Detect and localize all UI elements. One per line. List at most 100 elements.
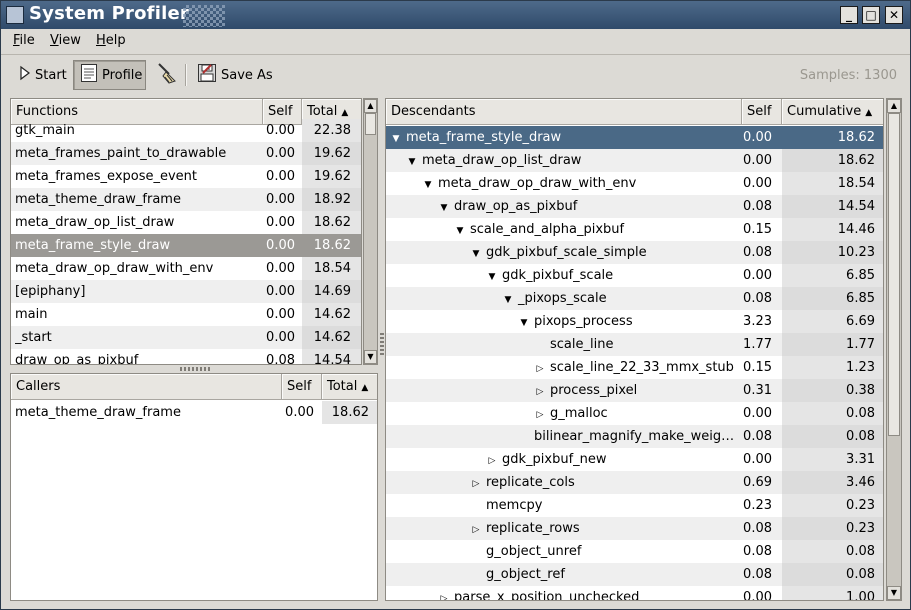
descendant-row[interactable]: ▷ replicate_rows 0.08 0.23	[386, 517, 883, 540]
function-self: 0.00	[266, 215, 295, 230]
start-button[interactable]: Start	[13, 60, 73, 90]
descendants-self-column-header[interactable]: Self	[742, 99, 782, 125]
descendant-row[interactable]: ▷ process_pixel 0.31 0.38	[386, 379, 883, 402]
collapsed-triangle-icon[interactable]: ▷	[534, 358, 546, 379]
expanded-triangle-icon[interactable]: ▼	[422, 174, 434, 195]
function-row[interactable]: _start 0.00 14.62	[11, 326, 361, 349]
expanded-triangle-icon[interactable]: ▼	[406, 151, 418, 172]
descendant-name-cell: ▷ g_malloc	[534, 402, 740, 425]
descendant-row[interactable]: ▼ pixops_process 3.23 6.69	[386, 310, 883, 333]
function-row[interactable]: meta_draw_op_list_draw 0.00 18.62	[11, 211, 361, 234]
collapsed-triangle-icon[interactable]: ▷	[534, 404, 546, 425]
descendant-row[interactable]: ▷ replicate_cols 0.69 3.46	[386, 471, 883, 494]
collapsed-triangle-icon[interactable]: ▷	[534, 381, 546, 402]
descendant-name-cell: ▷ parse_x_position_unchecked	[438, 586, 740, 600]
expanded-triangle-icon[interactable]: ▼	[454, 220, 466, 241]
reset-button[interactable]	[149, 60, 185, 90]
collapsed-triangle-icon[interactable]: ▷	[470, 473, 482, 494]
scrollbar-thumb[interactable]	[365, 113, 376, 135]
descendant-self: 0.08	[743, 429, 772, 444]
descendant-name: pixops_process	[534, 314, 633, 329]
descendant-row[interactable]: ▼ meta_draw_op_draw_with_env 0.00 18.54	[386, 172, 883, 195]
vertical-pane-grip[interactable]	[180, 367, 212, 371]
maximize-button[interactable]: □	[862, 6, 880, 24]
close-button[interactable]: ✕	[885, 6, 903, 24]
descendants-scrollbar[interactable]: ▲ ▼	[886, 98, 902, 601]
window-menu-icon[interactable]	[6, 6, 24, 24]
function-row[interactable]: meta_frame_style_draw 0.00 18.62	[11, 234, 361, 257]
callers-self-column-header[interactable]: Self	[282, 374, 322, 400]
expanded-triangle-icon[interactable]: ▼	[438, 197, 450, 218]
descendant-self: 0.08	[743, 245, 772, 260]
menu-help[interactable]: Help	[96, 33, 126, 48]
descendant-row[interactable]: ▼ draw_op_as_pixbuf 0.08 14.54	[386, 195, 883, 218]
functions-scrollbar[interactable]: ▲ ▼	[363, 98, 378, 365]
horizontal-pane-grip[interactable]	[380, 331, 384, 355]
descendant-name: process_pixel	[550, 383, 638, 398]
descendant-row[interactable]: memcpy 0.23 0.23	[386, 494, 883, 517]
descendant-row[interactable]: ▷ g_malloc 0.00 0.08	[386, 402, 883, 425]
descendant-cumulative: 18.54	[782, 172, 883, 195]
function-name: meta_draw_op_draw_with_env	[15, 261, 214, 276]
profile-toggle-button[interactable]: Profile	[73, 60, 146, 90]
collapsed-triangle-icon[interactable]: ▷	[438, 588, 450, 600]
function-row[interactable]: gtk_main 0.00 22.38	[11, 119, 361, 142]
descendant-name-cell: ▷ scale_line_22_33_mmx_stub	[534, 356, 740, 379]
function-row[interactable]: draw_op_as_pixbuf 0.08 14.54	[11, 349, 361, 364]
menu-file[interactable]: File	[13, 33, 35, 48]
scroll-up-arrow-icon[interactable]: ▲	[364, 99, 377, 113]
save-as-button[interactable]: Save As	[191, 60, 279, 90]
descendant-cumulative: 1.23	[782, 356, 883, 379]
descendant-row[interactable]: g_object_ref 0.08 0.08	[386, 563, 883, 586]
descendant-row[interactable]: ▼ meta_draw_op_list_draw 0.00 18.62	[386, 149, 883, 172]
descendant-row[interactable]: ▼ _pixops_scale 0.08 6.85	[386, 287, 883, 310]
scrollbar-thumb[interactable]	[888, 113, 900, 436]
descendant-name: gdk_pixbuf_scale	[502, 268, 614, 283]
function-row[interactable]: meta_frames_expose_event 0.00 19.62	[11, 165, 361, 188]
descendant-row[interactable]: bilinear_magnify_make_weig… 0.08 0.08	[386, 425, 883, 448]
menu-bar: File View Help	[1, 29, 910, 53]
descendant-self: 0.00	[743, 268, 772, 283]
descendant-row[interactable]: ▼ gdk_pixbuf_scale_simple 0.08 10.23	[386, 241, 883, 264]
function-self: 0.00	[266, 284, 295, 299]
descendant-row[interactable]: ▼ gdk_pixbuf_scale 0.00 6.85	[386, 264, 883, 287]
expanded-triangle-icon[interactable]: ▼	[486, 266, 498, 287]
descendant-self: 0.15	[743, 360, 772, 375]
collapsed-triangle-icon[interactable]: ▷	[486, 450, 498, 471]
descendants-cumulative-column-header[interactable]: Cumulative ▲	[782, 99, 883, 125]
function-row[interactable]: [epiphany] 0.00 14.69	[11, 280, 361, 303]
function-row[interactable]: meta_theme_draw_frame 0.00 18.92	[11, 188, 361, 211]
descendant-row[interactable]: scale_line 1.77 1.77	[386, 333, 883, 356]
scroll-down-arrow-icon[interactable]: ▼	[364, 350, 377, 364]
function-row[interactable]: main 0.00 14.62	[11, 303, 361, 326]
descendant-row[interactable]: ▼ scale_and_alpha_pixbuf 0.15 14.46	[386, 218, 883, 241]
descendant-row[interactable]: g_object_unref 0.08 0.08	[386, 540, 883, 563]
menu-view[interactable]: View	[50, 33, 81, 48]
expanded-triangle-icon[interactable]: ▼	[470, 243, 482, 264]
descendant-row[interactable]: ▷ scale_line_22_33_mmx_stub 0.15 1.23	[386, 356, 883, 379]
descendant-row[interactable]: ▷ gdk_pixbuf_new 0.00 3.31	[386, 448, 883, 471]
functions-pane: Functions Self Total ▲ gtk_main 0.00 22.38 m…	[10, 98, 362, 365]
minimize-button[interactable]: _	[840, 6, 858, 24]
function-total: 14.69	[302, 280, 361, 303]
descendant-row[interactable]: ▼ meta_frame_style_draw 0.00 18.62	[386, 126, 883, 149]
caller-row[interactable]: meta_theme_draw_frame 0.00 18.62	[11, 401, 377, 424]
function-row[interactable]: meta_frames_paint_to_drawable 0.00 19.62	[11, 142, 361, 165]
expanded-triangle-icon[interactable]: ▼	[518, 312, 530, 333]
descendants-column-header[interactable]: Descendants	[386, 99, 742, 125]
collapsed-triangle-icon[interactable]: ▷	[470, 519, 482, 540]
callers-column-header[interactable]: Callers	[11, 374, 282, 400]
descendant-self: 0.00	[743, 406, 772, 421]
title-bar[interactable]: System Profiler _ □ ✕	[1, 1, 910, 29]
descendant-row[interactable]: ▷ parse_x_position_unchecked 0.00 1.00	[386, 586, 883, 600]
callers-total-column-header[interactable]: Total ▲	[322, 374, 377, 400]
expanded-triangle-icon[interactable]: ▼	[502, 289, 514, 310]
descendant-name-cell: ▼ meta_draw_op_draw_with_env	[422, 172, 740, 195]
scroll-down-arrow-icon[interactable]: ▼	[887, 586, 901, 600]
expanded-triangle-icon[interactable]: ▼	[390, 128, 402, 149]
descendant-name-cell: ▷ replicate_cols	[470, 471, 740, 494]
descendant-name: gdk_pixbuf_scale_simple	[486, 245, 647, 260]
function-row[interactable]: meta_draw_op_draw_with_env 0.00 18.54	[11, 257, 361, 280]
scroll-up-arrow-icon[interactable]: ▲	[887, 99, 901, 113]
descendant-cumulative: 14.46	[782, 218, 883, 241]
